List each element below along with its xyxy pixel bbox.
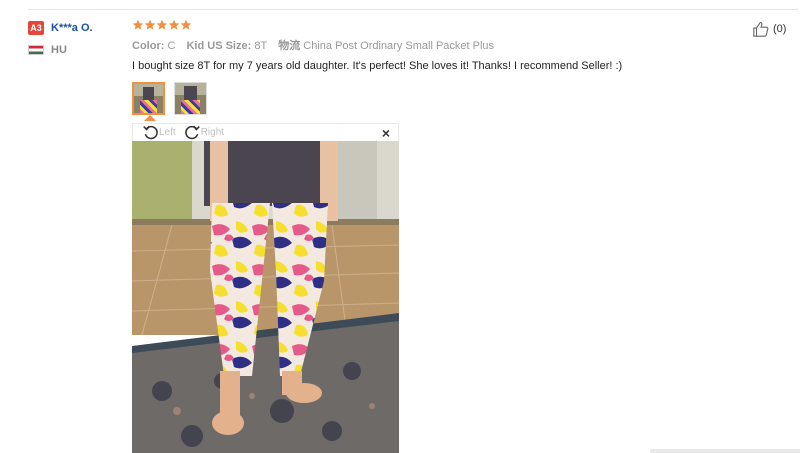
photo-thumbnails	[132, 82, 216, 115]
feedback-comment: I bought size 8T for my 7 years old daug…	[132, 60, 623, 72]
buyer-country: HU	[51, 44, 67, 56]
horizontal-scrollbar[interactable]	[650, 449, 800, 453]
attr-size-key: Kid US Size:	[186, 40, 252, 52]
active-thumb-pointer	[144, 115, 156, 121]
review-photo	[132, 141, 399, 453]
attr-shipping-key: 物流	[278, 40, 301, 52]
helpful-count: (0)	[773, 23, 787, 35]
star-icon	[180, 19, 192, 30]
buyer-name[interactable]: K***a O.	[51, 22, 93, 34]
thumbs-up-icon	[753, 21, 769, 37]
star-icon	[156, 19, 168, 30]
star-icon	[168, 19, 180, 30]
order-attributes: Color: C Kid US Size: 8T 物流 China Post O…	[132, 39, 732, 53]
buyer-level-badge: A3	[28, 21, 44, 35]
photo-thumbnail[interactable]	[174, 82, 207, 115]
divider	[28, 9, 798, 10]
rotate-left-label: Left	[159, 127, 176, 138]
star-icon	[144, 19, 156, 30]
feedback-body: Color: C Kid US Size: 8T 物流 China Post O…	[132, 19, 732, 73]
rotate-right-icon	[184, 125, 200, 140]
rotate-right-button[interactable]: Right	[184, 124, 224, 141]
star-rating	[132, 19, 732, 34]
feedback-item: A3 K***a O. HU Color: C Kid US Size: 8T …	[0, 0, 800, 453]
rotate-left-button[interactable]: Left	[142, 124, 176, 141]
rotate-left-icon	[143, 125, 158, 140]
attr-color-key: Color:	[132, 40, 165, 52]
buyer-info: A3 K***a O. HU	[28, 20, 128, 58]
helpful-button[interactable]: (0)	[752, 20, 786, 38]
attr-color-value: C	[167, 40, 176, 52]
review-photo-image	[132, 141, 399, 453]
close-icon[interactable]: ×	[382, 125, 390, 141]
photo-thumbnail[interactable]	[132, 82, 165, 115]
rotate-right-label: Right	[200, 127, 225, 138]
star-icon	[132, 19, 144, 30]
attr-shipping-value: China Post Ordinary Small Packet Plus	[303, 40, 495, 52]
attr-size-value: 8T	[254, 40, 268, 52]
flag-hu-icon	[28, 45, 44, 55]
photo-viewer-toolbar: Left Right ×	[132, 123, 399, 141]
